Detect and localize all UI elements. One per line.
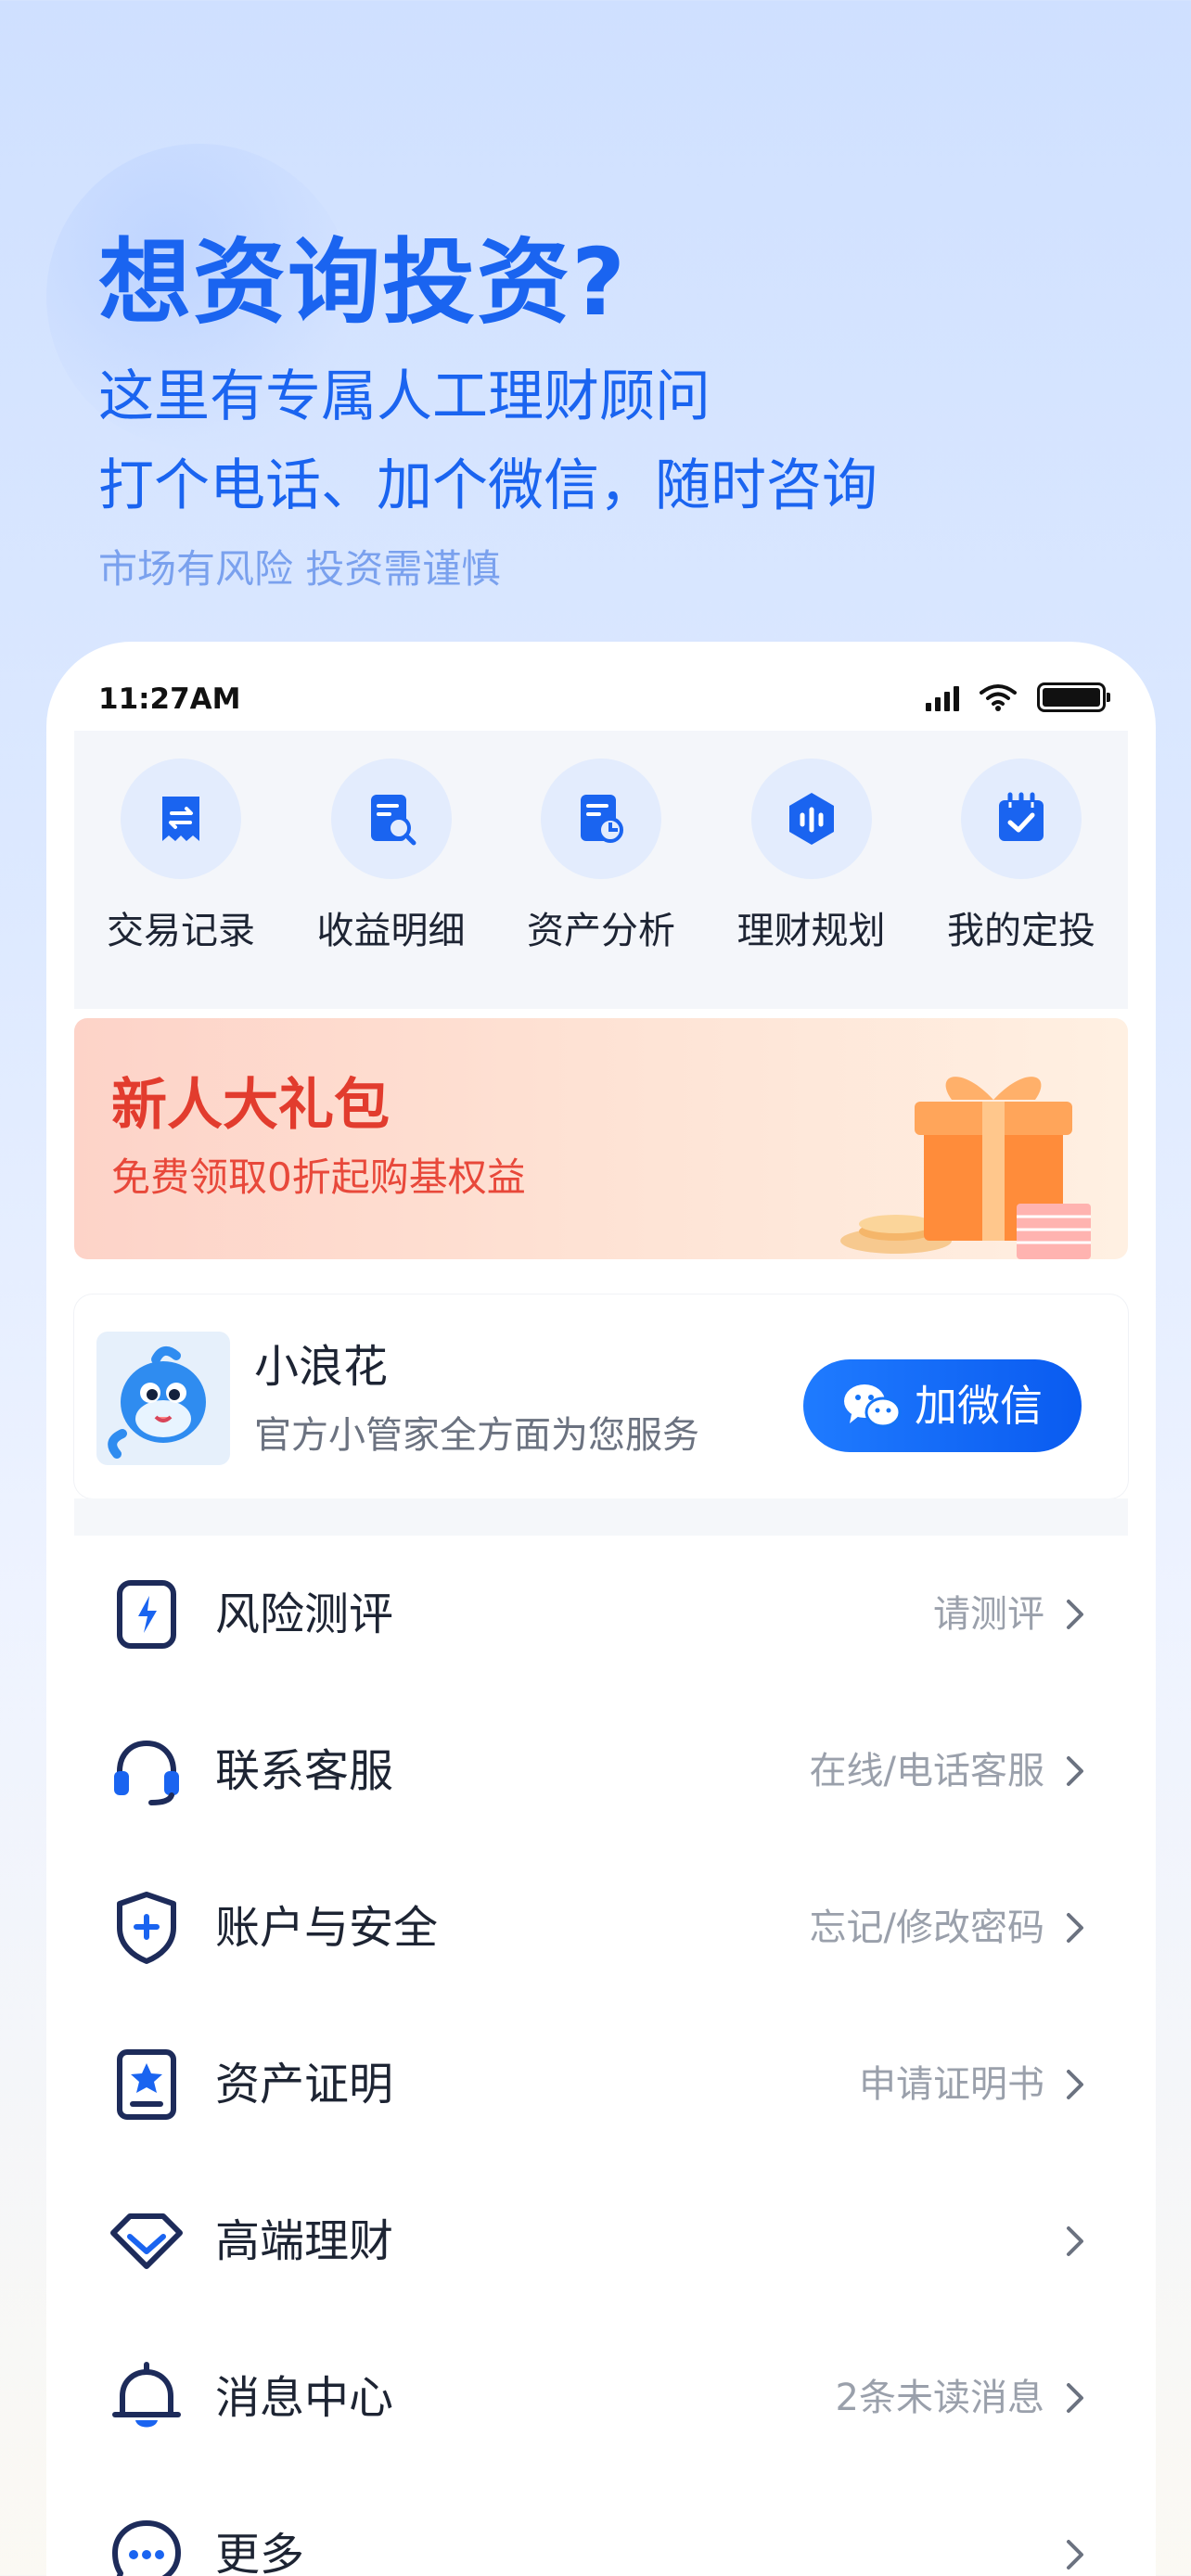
battery-icon — [1037, 682, 1110, 712]
gift-box-icon — [840, 1077, 1091, 1259]
assistant-name: 小浪花 — [254, 1341, 389, 1393]
menu-label: 资产证明 — [215, 2058, 394, 2111]
system-icons — [926, 682, 1110, 712]
status-bar: 11:27AM — [46, 679, 1156, 734]
quick-action-earnings-detail[interactable]: 收益明细 — [294, 731, 489, 1009]
quick-action-label: 理财规划 — [736, 910, 886, 952]
chevron-right-icon — [1067, 1599, 1083, 1629]
menu-label: 高端理财 — [215, 2214, 394, 2267]
status-time: 11:27AM — [98, 682, 241, 716]
hero-subtitle-1: 这里有专属人工理财顾问 — [98, 364, 711, 429]
menu-item-more[interactable]: 更多 — [74, 2476, 1128, 2576]
hero-subtitle-2: 打个电话、加个微信，随时咨询 — [98, 453, 877, 518]
chevron-right-icon — [1067, 2225, 1083, 2256]
menu-label: 联系客服 — [215, 1744, 394, 1797]
menu-label: 更多 — [215, 2528, 305, 2576]
assistant-card: 小浪花 官方小管家全方面为您服务 加微信 — [74, 1294, 1128, 1498]
risk-notice: 市场有风险 投资需谨慎 — [98, 546, 501, 592]
dolphin-mascot-icon — [108, 1345, 206, 1459]
document-search-icon — [370, 795, 416, 846]
quick-action-label: 我的定投 — [947, 910, 1095, 952]
chevron-right-icon — [1067, 2539, 1083, 2570]
chevron-right-icon — [1067, 2382, 1083, 2413]
document-chart-icon — [581, 795, 623, 843]
menu-label: 账户与安全 — [215, 1901, 439, 1954]
menu-item-risk-assessment[interactable]: 风险测评 请测评 — [74, 1536, 1128, 1692]
menu-label: 风险测评 — [215, 1588, 394, 1640]
menu-hint: 忘记/修改密码 — [809, 1906, 1044, 1949]
quick-actions: 交易记录 收益明细 资产分析 理财规划 我的定投 — [74, 731, 1128, 1009]
chevron-right-icon — [1067, 1755, 1083, 1786]
quick-action-label: 交易记录 — [107, 910, 255, 952]
voice-bars-icon — [788, 793, 834, 845]
banner-subtitle: 免费领取0折起购基权益 — [111, 1154, 526, 1200]
quick-action-asset-analysis[interactable]: 资产分析 — [504, 731, 698, 1009]
hero-section: 想资询投资? 这里有专属人工理财顾问 打个电话、加个微信，随时咨询 市场有风险 … — [98, 223, 877, 597]
lightning-icon — [117, 1579, 176, 1649]
menu-item-contact-support[interactable]: 联系客服 在线/电话客服 — [74, 1692, 1128, 1849]
add-wechat-label: 加微信 — [915, 1381, 1043, 1431]
headset-icon — [114, 1740, 179, 1805]
quick-action-my-auto-invest[interactable]: 我的定投 — [924, 731, 1119, 1009]
menu-item-premium-wealth[interactable]: 高端理财 — [74, 2162, 1128, 2319]
hero-title: 想资询投资? — [98, 228, 628, 337]
bell-icon — [112, 2361, 181, 2427]
cellular-signal-icon — [926, 683, 959, 711]
phone-mockup: 11:27AM 交易记录 收益明细 资产分析 理财规划 我的定投 新人大礼包 免… — [46, 642, 1156, 2576]
menu-label: 消息中心 — [215, 2371, 394, 2424]
menu-item-asset-certificate[interactable]: 资产证明 申请证明书 — [74, 2006, 1128, 2162]
quick-action-financial-planning[interactable]: 理财规划 — [714, 731, 909, 1009]
chevron-right-icon — [1067, 2069, 1083, 2099]
wifi-icon — [980, 684, 1017, 711]
avatar — [96, 1332, 230, 1465]
wechat-icon — [844, 1384, 902, 1428]
receipt-icon — [162, 797, 199, 841]
settings-menu: 风险测评 请测评 联系客服 在线/电话客服 账户与安全 忘记/修改密码 资产证明… — [74, 1536, 1128, 2576]
add-wechat-button[interactable]: 加微信 — [803, 1359, 1082, 1452]
menu-hint: 在线/电话客服 — [809, 1749, 1044, 1792]
quick-action-trade-records[interactable]: 交易记录 — [83, 731, 278, 1009]
quick-action-label: 收益明细 — [316, 910, 466, 952]
menu-hint: 申请证明书 — [859, 2062, 1044, 2106]
diamond-icon — [110, 2213, 183, 2269]
newcomer-gift-banner[interactable]: 新人大礼包 免费领取0折起购基权益 — [74, 1018, 1128, 1259]
assistant-description: 官方小管家全方面为您服务 — [254, 1414, 699, 1457]
calendar-check-icon — [999, 792, 1044, 841]
more-icon — [112, 2519, 181, 2576]
menu-hint: 请测评 — [933, 1592, 1044, 1636]
shield-plus-icon — [117, 1891, 176, 1964]
menu-hint: 2条未读消息 — [835, 2376, 1044, 2419]
menu-item-account-security[interactable]: 账户与安全 忘记/修改密码 — [74, 1849, 1128, 2006]
chevron-right-icon — [1067, 1912, 1083, 1943]
banner-title: 新人大礼包 — [111, 1073, 390, 1138]
certificate-icon — [117, 2048, 176, 2120]
menu-item-message-center[interactable]: 消息中心 2条未读消息 — [74, 2319, 1128, 2476]
quick-action-label: 资产分析 — [527, 910, 675, 952]
section-divider — [74, 1498, 1128, 1536]
